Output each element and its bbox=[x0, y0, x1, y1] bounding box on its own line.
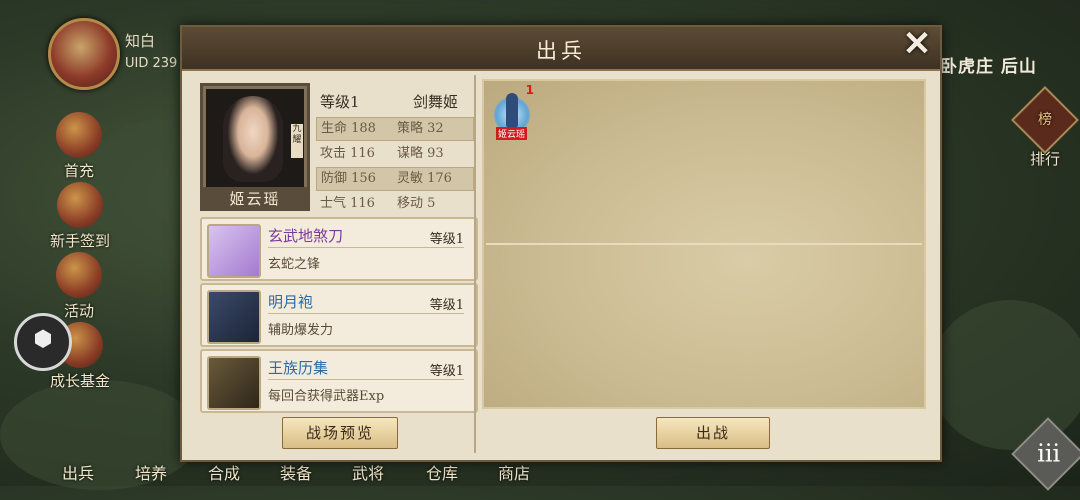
unit-count: 1 bbox=[525, 83, 534, 97]
rank-button[interactable]: 榜 排行 bbox=[1011, 86, 1079, 169]
deployed-unit[interactable]: 1 姬云瑶 bbox=[488, 83, 536, 141]
deploy-dialog: 出兵 ✕ 九耀 姬云瑶 等级1 剑舞姬 生命 188 策略 32 攻击 116 … bbox=[180, 24, 942, 462]
divider-line bbox=[268, 379, 464, 380]
deploy-button[interactable]: 出战 bbox=[656, 417, 770, 449]
dialog-title: 出兵 bbox=[536, 39, 586, 63]
stat-strategy: 策略 32 bbox=[397, 121, 444, 136]
stat-row: 士气 116 移动 5 bbox=[316, 193, 474, 215]
battlefield-preview-button[interactable]: 战场预览 bbox=[282, 417, 398, 449]
hero-portrait[interactable]: 九耀 bbox=[200, 83, 310, 193]
tab-train[interactable]: 培养 bbox=[135, 460, 167, 484]
hero-face bbox=[223, 96, 283, 182]
tab-deploy[interactable]: 出兵 bbox=[62, 460, 94, 484]
stat-row: 生命 188 策略 32 bbox=[316, 117, 474, 141]
equip-name: 玄武地煞刀 bbox=[268, 227, 344, 245]
deploy-area[interactable]: 1 姬云瑶 bbox=[482, 79, 926, 409]
player-uid: UID 239 bbox=[125, 56, 178, 71]
hero-panel: 九耀 姬云瑶 等级1 剑舞姬 生命 188 策略 32 攻击 116 谋略 93… bbox=[190, 75, 478, 453]
equip-armor[interactable]: 明月袍 等级1 辅助爆发力 bbox=[200, 283, 478, 347]
stat-morale: 士气 116 bbox=[320, 196, 375, 211]
first-recharge-button[interactable]: 首充 bbox=[48, 112, 110, 181]
signin-button[interactable]: 新手签到 bbox=[44, 182, 116, 251]
scroll-icon bbox=[207, 356, 261, 410]
location-label: 卧虎庄 后山 bbox=[940, 57, 1037, 77]
menu-icon: iii bbox=[1037, 439, 1061, 468]
divider-line bbox=[268, 247, 464, 248]
stat-agility: 灵敏 176 bbox=[397, 171, 452, 186]
signin-label: 新手签到 bbox=[49, 232, 110, 250]
unit-sprite bbox=[506, 93, 518, 127]
equip-level: 等级1 bbox=[429, 232, 464, 247]
activity-icon bbox=[56, 252, 102, 298]
background-foliage bbox=[0, 380, 200, 490]
stat-tactics: 谋略 93 bbox=[397, 146, 444, 161]
pane-divider bbox=[474, 75, 476, 453]
blade-icon bbox=[207, 224, 261, 278]
first-recharge-label: 首充 bbox=[63, 162, 94, 180]
equip-desc: 玄蛇之锋 bbox=[268, 257, 321, 272]
stat-row: 防御 156 灵敏 176 bbox=[316, 167, 474, 191]
player-name: 知白 bbox=[125, 32, 156, 50]
tab-shop[interactable]: 商店 bbox=[498, 460, 530, 484]
gift-icon bbox=[56, 112, 102, 158]
equip-desc: 每回合获得武器Exp bbox=[268, 389, 385, 404]
equip-name: 明月袍 bbox=[268, 293, 314, 311]
dialog-header: 出兵 ✕ bbox=[182, 24, 940, 71]
growth-fund-label: 成长基金 bbox=[49, 372, 110, 390]
equip-accessory[interactable]: 王族历集 等级1 每回合获得武器Exp bbox=[200, 349, 478, 413]
divider-line bbox=[268, 313, 464, 314]
stat-attack: 攻击 116 bbox=[320, 146, 375, 161]
equip-level: 等级1 bbox=[429, 298, 464, 313]
hero-class: 剑舞姬 bbox=[412, 93, 458, 111]
tab-craft[interactable]: 合成 bbox=[208, 460, 240, 484]
activity-button[interactable]: 活动 bbox=[48, 252, 110, 321]
row-divider bbox=[486, 243, 922, 245]
rank-icon: 榜 bbox=[1011, 86, 1079, 154]
armor-icon bbox=[207, 290, 261, 344]
equip-level: 等级1 bbox=[429, 364, 464, 379]
player-avatar[interactable] bbox=[48, 18, 120, 90]
tab-generals[interactable]: 武将 bbox=[352, 460, 384, 484]
equip-desc: 辅助爆发力 bbox=[268, 323, 334, 338]
hero-stats: 等级1 剑舞姬 生命 188 策略 32 攻击 116 谋略 93 防御 156… bbox=[316, 91, 474, 215]
stat-defense: 防御 156 bbox=[321, 171, 376, 186]
stat-hp: 生命 188 bbox=[321, 121, 376, 136]
stat-move: 移动 5 bbox=[397, 196, 436, 211]
cube-icon[interactable]: ⬢ bbox=[14, 313, 72, 371]
calendar-icon bbox=[57, 182, 103, 228]
tab-equipment[interactable]: 装备 bbox=[280, 460, 312, 484]
hero-name: 姬云瑶 bbox=[200, 187, 310, 211]
stat-row: 攻击 116 谋略 93 bbox=[316, 143, 474, 165]
hero-level: 等级1 bbox=[320, 93, 360, 111]
close-icon[interactable]: ✕ bbox=[896, 23, 938, 65]
unit-name: 姬云瑶 bbox=[496, 127, 528, 140]
equip-weapon[interactable]: 玄武地煞刀 等级1 玄蛇之锋 bbox=[200, 217, 478, 281]
tab-warehouse[interactable]: 仓库 bbox=[426, 460, 458, 484]
portrait-tag: 九耀 bbox=[291, 124, 303, 158]
equip-name: 王族历集 bbox=[268, 359, 329, 377]
